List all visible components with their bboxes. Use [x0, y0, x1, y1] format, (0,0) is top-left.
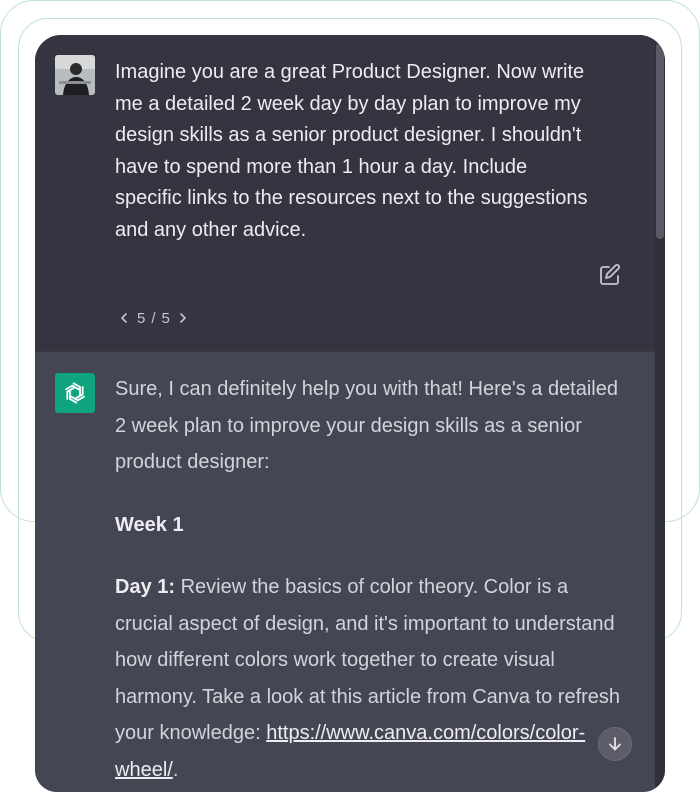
openai-logo-icon: [55, 373, 95, 413]
link-suffix: .: [172, 758, 179, 781]
scrollbar-thumb[interactable]: [656, 43, 664, 239]
chat-window: Imagine you are a great Product Designer…: [35, 35, 665, 792]
scroll-to-bottom-button[interactable]: [598, 727, 632, 761]
chevron-left-icon[interactable]: [117, 311, 131, 325]
assistant-intro: Sure, I can definitely help you with tha…: [115, 378, 618, 473]
day-label: Day 1:: [115, 576, 176, 598]
day-paragraph: Day 1: Review the basics of color theory…: [115, 569, 630, 788]
chevron-right-icon[interactable]: [176, 311, 190, 325]
assistant-message-text: Sure, I can definitely help you with tha…: [115, 371, 630, 792]
pager-separator: /: [151, 309, 156, 327]
arrow-down-icon: [609, 737, 621, 751]
pager-current: 5: [137, 309, 146, 327]
scrollbar[interactable]: [655, 35, 665, 792]
pager-total: 5: [161, 309, 170, 327]
user-message-text: Imagine you are a great Product Designer…: [115, 61, 588, 241]
response-pager: 5 / 5: [117, 306, 190, 330]
day-text: Review the basics of color theory. Color…: [115, 576, 621, 744]
user-avatar: [55, 55, 95, 95]
week-heading: Week 1: [115, 513, 184, 536]
edit-icon[interactable]: [598, 263, 622, 287]
user-message-block: Imagine you are a great Product Designer…: [35, 35, 655, 351]
